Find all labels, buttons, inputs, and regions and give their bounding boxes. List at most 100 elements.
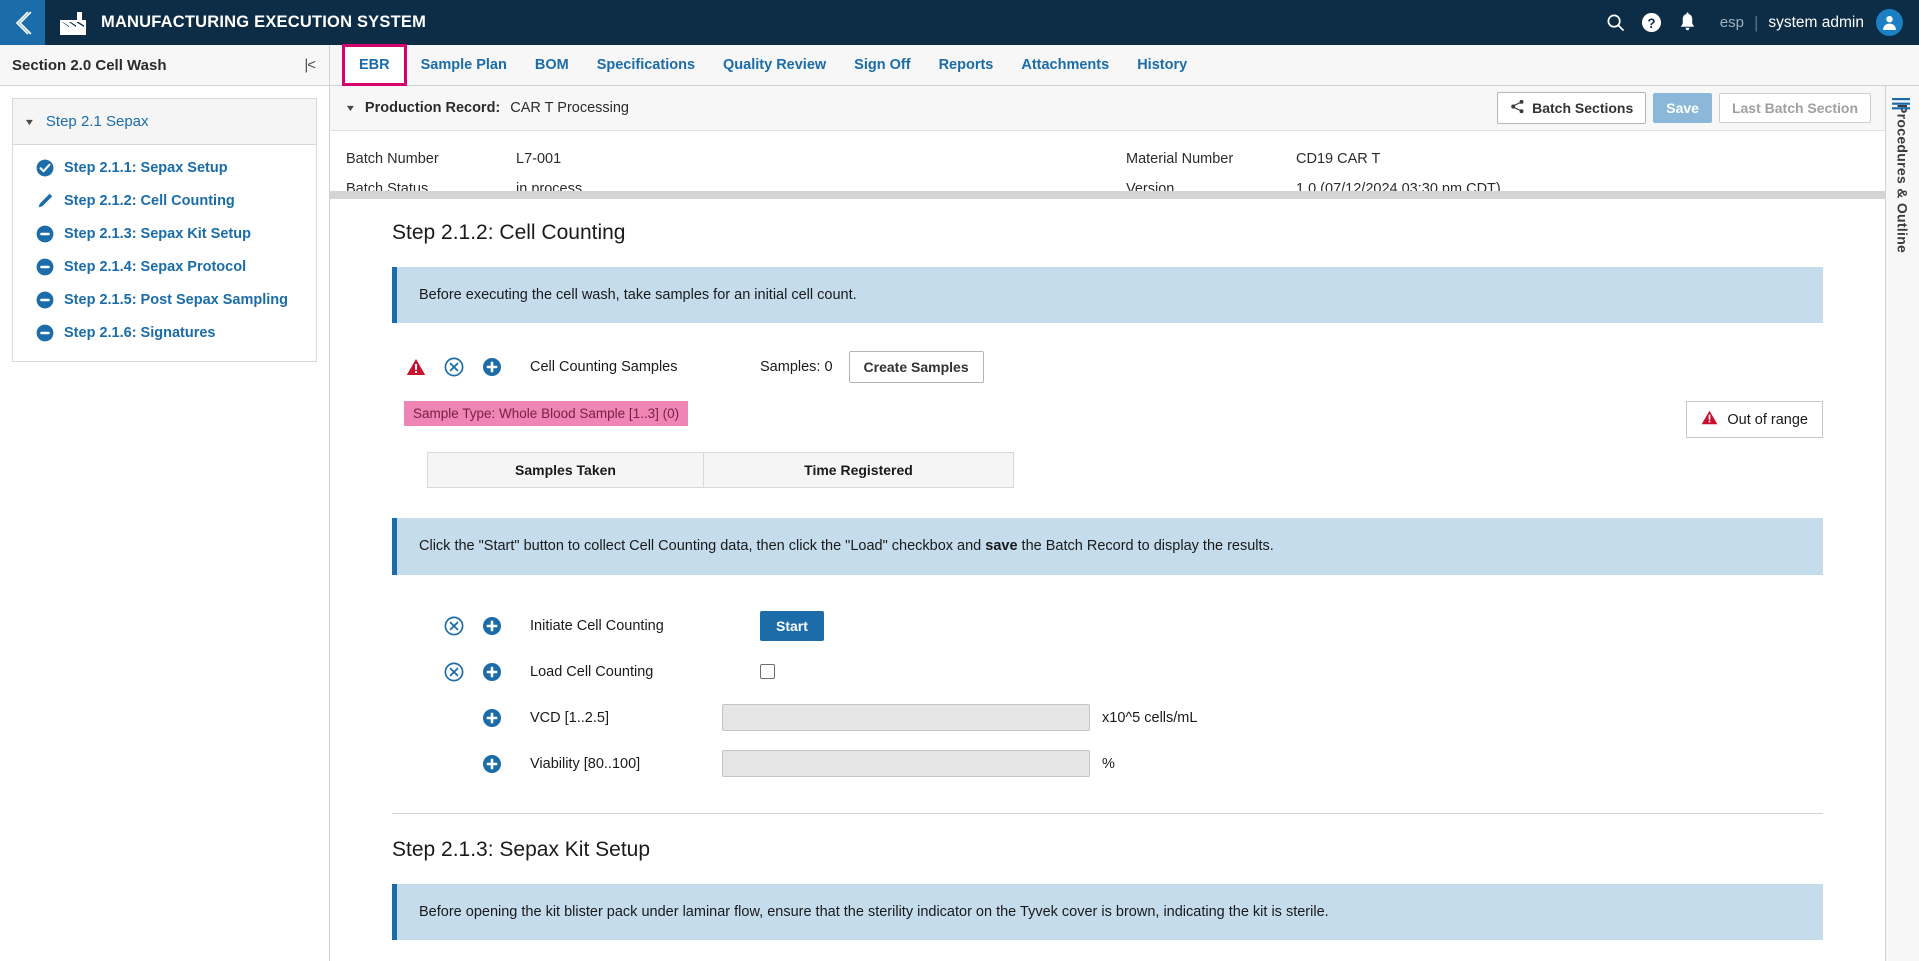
avatar[interactable] xyxy=(1876,9,1903,36)
caret-down-icon: ▼ xyxy=(23,116,36,127)
last-batch-section-button[interactable]: Last Batch Section xyxy=(1718,93,1871,123)
plus-circle-icon[interactable] xyxy=(480,614,504,638)
tab-ebr[interactable]: EBR xyxy=(342,44,407,86)
task-load-cell-counting: Load Cell Counting xyxy=(392,649,1823,695)
tree-group-header[interactable]: ▼ Step 2.1 Sepax xyxy=(13,99,316,145)
user-name-label[interactable]: system admin xyxy=(1768,14,1876,32)
start-button[interactable]: Start xyxy=(760,610,824,641)
procedures-outline-label[interactable]: Procedures & Outline xyxy=(1895,104,1911,253)
tab-sample-plan[interactable]: Sample Plan xyxy=(407,45,521,85)
minus-circle-icon xyxy=(35,257,54,276)
tab-specifications[interactable]: Specifications xyxy=(583,45,709,85)
sidebar-item-label: Step 2.1.1: Sepax Setup xyxy=(64,159,228,176)
right-rail: Procedures & Outline xyxy=(1885,86,1919,961)
step-scroll-region[interactable]: Step 2.1.2: Cell Counting Before executi… xyxy=(330,199,1885,961)
help-circle-icon[interactable]: ? xyxy=(1634,0,1670,45)
factory-icon xyxy=(59,9,87,37)
minus-circle-icon xyxy=(35,323,54,342)
sidebar-item-step-2-1-1[interactable]: Step 2.1.1: Sepax Setup xyxy=(13,151,316,184)
tree-items: Step 2.1.1: Sepax Setup Step 2.1.2: Cell… xyxy=(13,145,316,361)
samples-table: Samples Taken Time Registered xyxy=(427,452,1014,489)
bell-icon[interactable] xyxy=(1670,0,1706,45)
field-material-number: Material Number CD19 CAR T xyxy=(1126,144,1766,174)
instruction-2-after: the Batch Record to display the results. xyxy=(1017,538,1274,555)
field-value: 1.0 (07/12/2024 03:30 pm CDT) xyxy=(1296,181,1501,197)
task-list: Initiate Cell Counting Start Load Cell C… xyxy=(392,603,1823,787)
warning-triangle-icon[interactable] xyxy=(404,355,428,379)
field-label: Version xyxy=(1126,181,1175,197)
cancel-circle-icon[interactable] xyxy=(442,614,466,638)
svg-text:?: ? xyxy=(1648,16,1656,31)
plus-circle-icon[interactable] xyxy=(480,752,504,776)
table-header-row: Samples Taken Time Registered xyxy=(427,452,1014,489)
load-cell-counting-checkbox[interactable] xyxy=(760,664,775,680)
plus-circle-icon[interactable] xyxy=(480,355,504,379)
task-initiate-cell-counting: Initiate Cell Counting Start xyxy=(392,603,1823,649)
tab-quality-review[interactable]: Quality Review xyxy=(709,45,840,85)
warning-triangle-icon xyxy=(1701,410,1718,429)
samples-count-label: Samples: 0 xyxy=(760,359,833,376)
create-samples-button[interactable]: Create Samples xyxy=(848,351,984,384)
out-of-range-badge[interactable]: Out of range xyxy=(1686,401,1823,439)
instruction-box-1: Before executing the cell wash, take sam… xyxy=(392,267,1823,324)
cell-counting-samples-row: Cell Counting Samples Samples: 0 Create … xyxy=(392,351,1823,384)
back-button[interactable] xyxy=(0,0,45,45)
production-record-header: ▼ Production Record: CAR T Processing Ba… xyxy=(330,86,1885,131)
task-vcd: VCD [1..2.5] x10^5 cells/mL xyxy=(392,695,1823,741)
production-record-label: Production Record: xyxy=(364,100,501,116)
field-value: in process xyxy=(516,181,583,197)
check-circle-icon xyxy=(35,158,54,177)
sidebar-item-label: Step 2.1.2: Cell Counting xyxy=(64,192,235,209)
section-divider xyxy=(392,812,1823,814)
out-of-range-label: Out of range xyxy=(1727,411,1808,428)
column-samples-taken: Samples Taken xyxy=(427,452,704,489)
sidebar-item-step-2-1-4[interactable]: Step 2.1.4: Sepax Protocol xyxy=(13,250,316,283)
sidebar-item-step-2-1-3[interactable]: Step 2.1.3: Sepax Kit Setup xyxy=(13,217,316,250)
collapse-panel-button[interactable]: |< xyxy=(304,57,316,74)
record-actions: Batch Sections Save Last Batch Section xyxy=(1497,92,1871,124)
caret-down-icon[interactable]: ▼ xyxy=(345,103,357,113)
page-title: Step 2.1.2: Cell Counting xyxy=(392,221,626,244)
minus-circle-icon xyxy=(35,224,54,243)
hamburger-icon[interactable] xyxy=(1891,97,1911,118)
instruction-box-2: Click the "Start" button to collect Cell… xyxy=(392,518,1823,575)
sidebar-item-label: Step 2.1.6: Signatures xyxy=(64,324,216,341)
top-app-bar: MANUFACTURING EXECUTION SYSTEM ? esp | s… xyxy=(0,0,1919,45)
tab-history[interactable]: History xyxy=(1123,45,1201,85)
task-label: VCD [1..2.5] xyxy=(530,709,609,726)
cancel-circle-icon[interactable] xyxy=(442,355,466,379)
tab-bom[interactable]: BOM xyxy=(521,45,583,85)
field-label: Batch Number xyxy=(346,151,439,167)
sidebar-item-label: Step 2.1.4: Sepax Protocol xyxy=(64,258,247,275)
sample-type-row: Sample Type: Whole Blood Sample [1..3] (… xyxy=(392,401,1823,439)
column-time-registered: Time Registered xyxy=(703,452,1014,489)
vcd-input[interactable] xyxy=(722,704,1090,732)
sidebar-item-step-2-1-6[interactable]: Step 2.1.6: Signatures xyxy=(13,316,316,349)
samples-group-name: Cell Counting Samples xyxy=(530,359,678,376)
search-icon[interactable] xyxy=(1598,0,1634,45)
main-tabs: EBR Sample Plan BOM Specifications Quali… xyxy=(330,44,1201,86)
tab-sign-off[interactable]: Sign Off xyxy=(840,45,924,85)
instruction-2-before: Click the "Start" button to collect Cell… xyxy=(419,538,986,555)
sidebar-item-step-2-1-5[interactable]: Step 2.1.5: Post Sepax Sampling xyxy=(13,283,316,316)
field-version: Version 1.0 (07/12/2024 03:30 pm CDT) xyxy=(1126,174,1766,197)
main-layout: ▼ Step 2.1 Sepax Step 2.1.1: Sepax Setup xyxy=(0,86,1919,961)
cancel-circle-icon[interactable] xyxy=(442,660,466,684)
tab-reports[interactable]: Reports xyxy=(925,45,1008,85)
plus-circle-icon[interactable] xyxy=(480,706,504,730)
field-batch-status: Batch Status in process xyxy=(346,174,986,197)
sidebar-item-label: Step 2.1.3: Sepax Kit Setup xyxy=(64,225,251,242)
viability-input[interactable] xyxy=(722,750,1090,778)
plus-circle-icon[interactable] xyxy=(480,660,504,684)
app-title: MANUFACTURING EXECUTION SYSTEM xyxy=(101,13,427,31)
language-selector[interactable]: esp xyxy=(1706,14,1754,31)
task-viability: Viability [80..100] % xyxy=(392,741,1823,787)
batch-sections-button[interactable]: Batch Sections xyxy=(1497,92,1647,124)
sidebar-item-label: Step 2.1.5: Post Sepax Sampling xyxy=(64,291,289,308)
sample-type-badge[interactable]: Sample Type: Whole Blood Sample [1..3] (… xyxy=(404,401,689,427)
tab-attachments[interactable]: Attachments xyxy=(1007,45,1123,85)
sidebar-item-step-2-1-2[interactable]: Step 2.1.2: Cell Counting xyxy=(13,184,316,217)
save-button[interactable]: Save xyxy=(1653,93,1712,123)
task-label: Load Cell Counting xyxy=(530,663,654,680)
field-value: CD19 CAR T xyxy=(1296,151,1381,167)
